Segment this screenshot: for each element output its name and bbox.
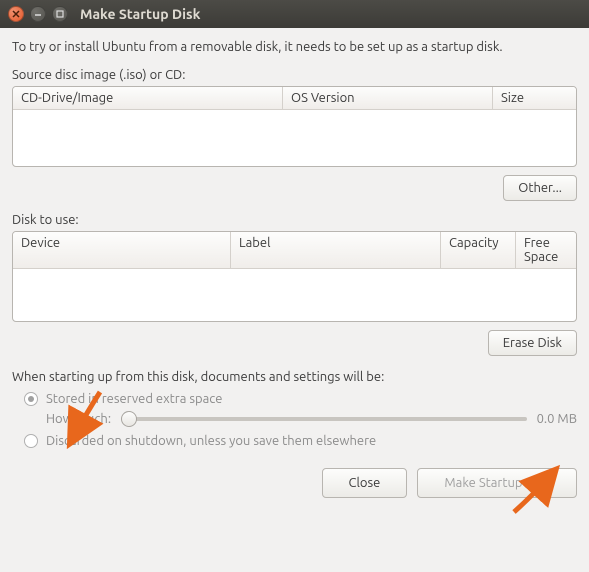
source-col-image[interactable]: CD-Drive/Image — [13, 87, 283, 109]
other-button[interactable]: Other... — [503, 175, 577, 201]
minimize-window-button[interactable] — [30, 6, 46, 22]
source-col-os[interactable]: OS Version — [283, 87, 493, 109]
source-table-header: CD-Drive/Image OS Version Size — [13, 87, 576, 110]
maximize-icon — [56, 10, 64, 18]
disk-col-capacity[interactable]: Capacity — [441, 232, 516, 268]
close-window-button[interactable] — [8, 6, 24, 22]
disk-table-body — [13, 269, 576, 321]
intro-text: To try or install Ubuntu from a removabl… — [12, 40, 577, 54]
how-much-value: 0.0 MB — [537, 412, 577, 426]
how-much-label: How much: — [46, 412, 111, 426]
radio-discarded[interactable] — [24, 434, 38, 448]
close-button[interactable]: Close — [322, 468, 408, 498]
radio-stored[interactable] — [24, 392, 38, 406]
disk-col-label[interactable]: Label — [231, 232, 441, 268]
how-much-slider[interactable] — [121, 417, 527, 421]
window-title: Make Startup Disk — [80, 6, 200, 22]
source-col-size[interactable]: Size — [493, 87, 576, 109]
disk-table-header: Device Label Capacity Free Space — [13, 232, 576, 269]
source-table[interactable]: CD-Drive/Image OS Version Size — [12, 86, 577, 167]
disk-col-free[interactable]: Free Space — [516, 232, 576, 268]
disk-table[interactable]: Device Label Capacity Free Space — [12, 231, 577, 322]
disk-label: Disk to use: — [12, 213, 577, 227]
persistence-intro: When starting up from this disk, documen… — [12, 370, 577, 384]
slider-thumb[interactable] — [121, 411, 137, 427]
persistence-section: When starting up from this disk, documen… — [12, 370, 577, 448]
source-table-body — [13, 110, 576, 166]
source-label: Source disc image (.iso) or CD: — [12, 68, 577, 82]
radio-stored-row[interactable]: Stored in reserved extra space — [24, 392, 577, 406]
make-startup-disk-button: Make Startup Disk — [417, 468, 577, 498]
erase-disk-button[interactable]: Erase Disk — [488, 330, 577, 356]
footer-buttons: Close Make Startup Disk — [12, 468, 577, 498]
disk-col-device[interactable]: Device — [13, 232, 231, 268]
radio-discarded-label: Discarded on shutdown, unless you save t… — [46, 434, 376, 448]
how-much-row: How much: 0.0 MB — [46, 412, 577, 426]
titlebar: Make Startup Disk — [0, 0, 589, 28]
close-icon — [12, 10, 20, 18]
radio-discarded-row[interactable]: Discarded on shutdown, unless you save t… — [24, 434, 577, 448]
minimize-icon — [34, 10, 42, 18]
radio-stored-label: Stored in reserved extra space — [46, 392, 222, 406]
maximize-window-button[interactable] — [52, 6, 68, 22]
